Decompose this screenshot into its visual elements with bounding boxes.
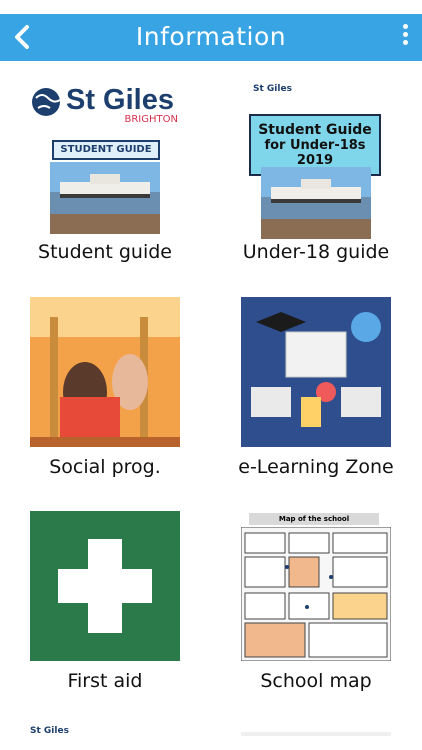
tile-label: School map [260,670,372,692]
under-18-guide-thumbnail: St Giles Student Guide for Under-18s 201… [241,82,391,239]
brand-small: St Giles [253,84,292,94]
brand-text: St Giles [66,84,174,116]
student-guide-thumbnail: St Giles BRIGHTON STUDENT GUIDE [30,82,180,234]
u18-line1: Student Guide [258,122,372,138]
school-map-thumbnail: Map of the school [241,511,391,661]
tile-label: Social prog. [49,456,161,478]
carousel-photo [30,297,180,447]
pier-photo [50,162,160,234]
elearning-illustration [241,297,391,447]
tile-label: e-Learning Zone [238,456,394,478]
u18-line3: 2019 [296,153,334,168]
more-vertical-icon[interactable] [400,24,410,50]
top-app-bar: Information [0,14,422,61]
map-title: Map of the school [249,513,379,525]
partial-tile-thumb [241,732,391,736]
tile-label: Student guide [38,241,172,263]
first-aid-icon [30,511,180,661]
st-giles-logo: St Giles BRIGHTON [30,84,180,125]
partial-tile-brand: St Giles [30,726,69,736]
page-title: Information [135,22,287,51]
student-guide-badge: STUDENT GUIDE [52,140,160,160]
pier-photo [261,167,371,239]
u18-line2: for Under-18s [264,138,366,153]
tile-label: First aid [67,670,143,692]
tile-label: Under-18 guide [242,241,390,263]
city-text: BRIGHTON [124,114,179,125]
